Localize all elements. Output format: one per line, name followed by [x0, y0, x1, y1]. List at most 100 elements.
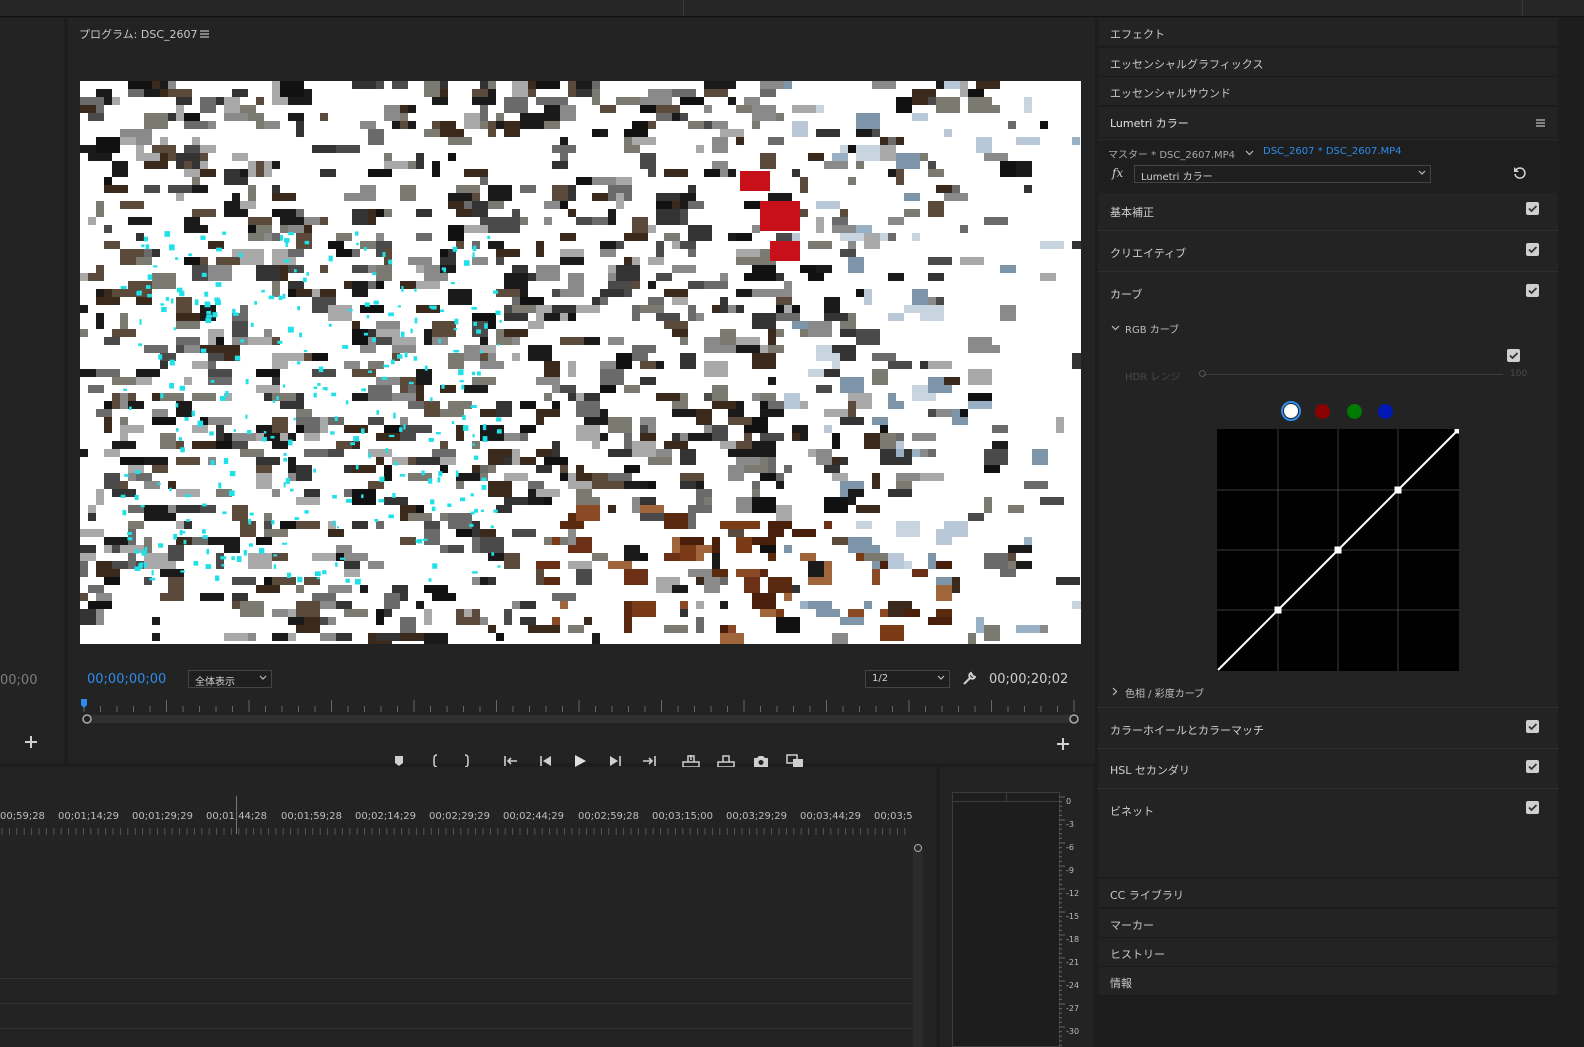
panel-menu-icon[interactable]	[1536, 117, 1545, 130]
section-basic-checkbox[interactable]	[1526, 202, 1539, 215]
pixel-block	[96, 265, 104, 281]
curve-point[interactable]	[1394, 486, 1402, 494]
pixel-block	[1056, 577, 1080, 585]
pixel-block	[416, 457, 440, 465]
section-curves-checkbox[interactable]	[1526, 284, 1539, 297]
pixel-block	[352, 321, 360, 329]
curve-point[interactable]	[1274, 606, 1282, 614]
section-color-wheels-checkbox[interactable]	[1526, 720, 1539, 733]
hdr-range-slider[interactable]	[1203, 374, 1503, 375]
pixel-block	[416, 505, 424, 513]
pixel-block	[312, 145, 336, 153]
pixel-block	[520, 217, 528, 225]
effect-select[interactable]: Lumetri カラー	[1134, 165, 1431, 183]
pixel-block	[504, 313, 528, 321]
rgb-curve-label[interactable]: RGB カーブ	[1125, 321, 1179, 336]
pixel-block	[256, 585, 280, 593]
reset-icon[interactable]	[1513, 166, 1527, 182]
zoom-select[interactable]: 全体表示	[188, 670, 272, 688]
pixel-block	[448, 193, 472, 201]
timeline-scrollbar[interactable]	[913, 846, 923, 1047]
program-title[interactable]: プログラム: DSC_2607	[79, 26, 198, 42]
fx-badge[interactable]: fx	[1112, 166, 1123, 180]
cyan-noise	[164, 231, 171, 237]
cyan-noise	[496, 429, 502, 434]
section-curves[interactable]: カーブ	[1098, 272, 1558, 312]
pixel-block	[672, 201, 680, 209]
panel-menu-icon[interactable]	[200, 28, 209, 41]
cyan-noise	[293, 417, 296, 421]
add-control-button[interactable]	[1056, 737, 1072, 753]
curve-point[interactable]	[1454, 429, 1460, 434]
tab-info[interactable]: 情報	[1098, 967, 1558, 996]
pixel-block	[384, 593, 400, 609]
playhead[interactable]	[236, 796, 237, 834]
pixel-block	[128, 217, 152, 225]
pixel-block	[944, 377, 960, 385]
pixel-block	[584, 617, 592, 625]
pixel-block	[520, 457, 536, 465]
section-basic[interactable]: 基本補正	[1098, 190, 1558, 231]
rgb-curve-checkbox[interactable]	[1507, 349, 1520, 362]
tab-history[interactable]: ヒストリー	[1098, 938, 1558, 967]
pixel-block	[288, 113, 304, 121]
pixel-block	[424, 521, 440, 529]
chevron-down-icon[interactable]	[1111, 322, 1120, 335]
source-master[interactable]: マスター * DSC_2607.MP4	[1108, 146, 1235, 161]
channel-green-button[interactable]	[1347, 404, 1362, 419]
right-panel-scrollbar[interactable]	[1568, 18, 1578, 1047]
pixel-block	[440, 457, 456, 465]
current-timecode[interactable]: 00;00;00;00	[87, 672, 166, 687]
channel-red-button[interactable]	[1315, 404, 1330, 419]
section-hsl[interactable]: HSL セカンダリ	[1098, 748, 1558, 789]
resolution-select[interactable]: 1/2	[865, 670, 950, 688]
cyan-noise	[472, 245, 477, 252]
pixel-block	[384, 497, 408, 505]
section-hsl-checkbox[interactable]	[1526, 760, 1539, 773]
timeline-scroll-handle[interactable]	[914, 844, 922, 852]
tab-cc-libraries[interactable]: CC ライブラリ	[1098, 879, 1558, 908]
pixel-block	[648, 457, 672, 465]
hue-sat-curve-label[interactable]: 色相 / 彩度カーブ	[1125, 685, 1204, 700]
section-vignette-checkbox[interactable]	[1526, 801, 1539, 814]
cyan-noise	[355, 464, 359, 470]
cyan-noise	[476, 329, 482, 334]
pixel-block	[600, 289, 624, 297]
rgb-curve-graph[interactable]	[1217, 429, 1459, 671]
cyan-noise	[185, 494, 191, 498]
cyan-noise	[233, 429, 236, 432]
wrench-icon[interactable]	[962, 671, 977, 689]
section-color-wheels[interactable]: カラーホイールとカラーマッチ	[1098, 707, 1558, 749]
pixel-block	[184, 521, 192, 529]
pixel-block	[1024, 185, 1032, 193]
pixel-block	[680, 113, 688, 121]
pixel-block	[840, 249, 856, 257]
channel-blue-button[interactable]	[1378, 404, 1393, 419]
pixel-block	[704, 81, 728, 89]
chevron-down-icon[interactable]	[1245, 147, 1254, 160]
pixel-block	[576, 569, 592, 585]
left-add-button[interactable]	[24, 735, 40, 751]
pixel-block	[728, 465, 744, 481]
pixel-block	[96, 201, 104, 217]
lumetri-title[interactable]: Lumetri カラー	[1110, 115, 1189, 131]
pixel-block	[920, 305, 944, 321]
chevron-right-icon[interactable]	[1111, 686, 1119, 699]
tab-effects[interactable]: エフェクト	[1098, 18, 1558, 47]
pixel-block	[1000, 305, 1016, 321]
channel-luma-button[interactable]	[1281, 401, 1301, 421]
pixel-block	[632, 217, 648, 233]
section-vignette[interactable]: ビネット	[1098, 789, 1558, 829]
curve-point[interactable]	[1334, 546, 1342, 554]
section-creative[interactable]: クリエイティブ	[1098, 231, 1558, 272]
scrub-ruler[interactable]	[80, 698, 1080, 728]
tab-markers[interactable]: マーカー	[1098, 909, 1558, 938]
video-frame[interactable]	[80, 81, 1081, 644]
pixel-block	[528, 345, 552, 361]
tab-essential-sound[interactable]: エッセンシャルサウンド	[1098, 77, 1558, 106]
cyan-noise	[179, 290, 185, 297]
section-creative-checkbox[interactable]	[1526, 243, 1539, 256]
tab-essential-graphics[interactable]: エッセンシャルグラフィックス	[1098, 48, 1558, 77]
source-clip[interactable]: DSC_2607 * DSC_2607.MP4	[1263, 146, 1402, 157]
hdr-range-thumb[interactable]	[1199, 370, 1206, 377]
